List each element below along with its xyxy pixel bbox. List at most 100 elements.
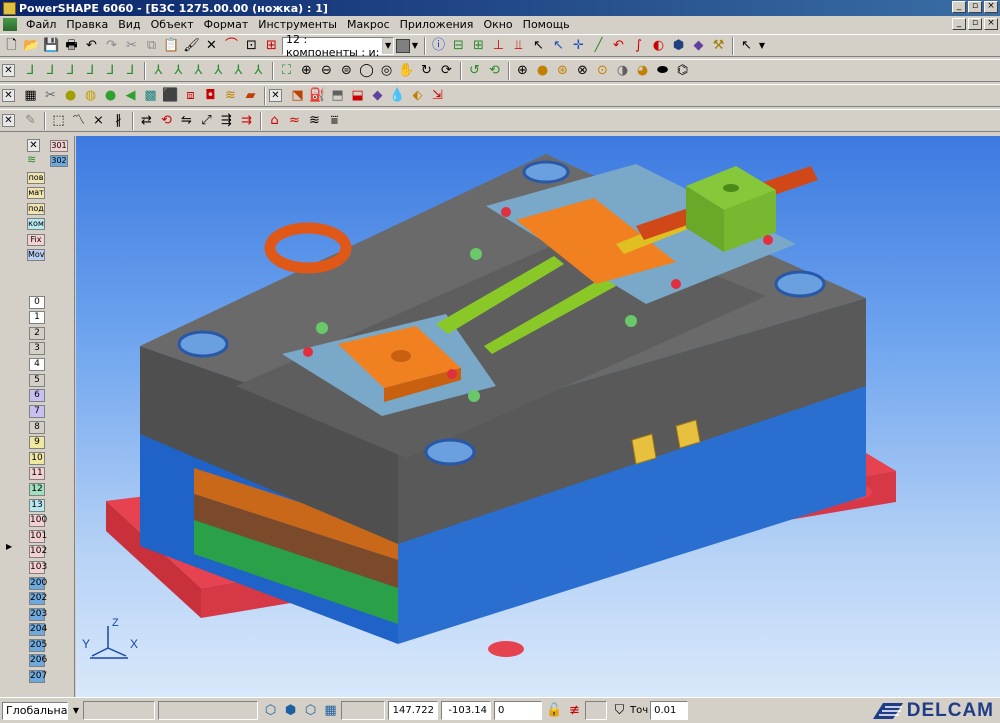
tag-302[interactable]: 302: [50, 155, 68, 167]
cone-icon[interactable]: ◀: [121, 86, 140, 105]
level-205[interactable]: 205: [29, 639, 47, 652]
iso-view-1-icon[interactable]: ⅄: [149, 61, 168, 80]
level-6[interactable]: 6: [29, 389, 45, 402]
info-icon[interactable]: ⓘ: [429, 36, 448, 55]
view-cube-3-icon[interactable]: ⬡: [301, 701, 320, 720]
filter-icon[interactable]: ⛉: [610, 701, 629, 720]
level-4[interactable]: 4: [29, 358, 45, 371]
zoom-center-icon[interactable]: ◎: [377, 61, 396, 80]
level-0[interactable]: 0: [29, 296, 45, 309]
toolbar-close-icon[interactable]: ✕: [269, 89, 282, 102]
level-202[interactable]: 202: [29, 592, 47, 605]
assembly-icon[interactable]: ⊞: [469, 36, 488, 55]
select-box-icon[interactable]: ⬚: [49, 111, 68, 130]
level-101[interactable]: 101: [29, 530, 47, 543]
hidden-line-icon[interactable]: ⊗: [573, 61, 592, 80]
scissors-icon[interactable]: ✂: [41, 86, 60, 105]
color-swatch[interactable]: [396, 38, 410, 53]
pan-hand-icon[interactable]: ✋: [397, 61, 416, 80]
print-icon[interactable]: 🖶: [62, 36, 81, 55]
calculator-icon[interactable]: ▦: [21, 86, 40, 105]
shaded-icon[interactable]: ●: [533, 61, 552, 80]
tree-icon[interactable]: ⊟: [449, 36, 468, 55]
zoom-previous-icon[interactable]: ◯: [357, 61, 376, 80]
pointer-icon[interactable]: ↖: [737, 36, 756, 55]
model-viewport[interactable]: Y Z X: [76, 136, 1000, 697]
wireframe-icon[interactable]: ⊕: [513, 61, 532, 80]
close-button[interactable]: ×: [984, 1, 998, 13]
spring-icon[interactable]: ⩸: [325, 111, 344, 130]
menu-macro[interactable]: Макрос: [342, 18, 395, 31]
zoom-window-icon[interactable]: ⊜: [337, 61, 356, 80]
sphere-icon[interactable]: ●: [61, 86, 80, 105]
intelligent-cursor-icon[interactable]: ≢: [565, 701, 584, 720]
chevron-down-icon[interactable]: ▼: [757, 36, 767, 55]
ball-icon[interactable]: ◍: [81, 86, 100, 105]
z-coordinate[interactable]: 0: [494, 701, 542, 720]
menu-applications[interactable]: Приложения: [395, 18, 479, 31]
menu-view[interactable]: Вид: [113, 18, 145, 31]
level-10[interactable]: 10: [29, 452, 45, 465]
offset-icon[interactable]: ⇶: [217, 111, 236, 130]
tolerance-input[interactable]: 0.01: [650, 701, 689, 720]
save-icon[interactable]: 💾: [42, 36, 61, 55]
tag-301[interactable]: 301: [50, 140, 68, 152]
mirror-icon[interactable]: ⇋: [177, 111, 196, 130]
view-neg-y-icon[interactable]: ⅃: [101, 61, 120, 80]
transparency-icon[interactable]: ◑: [613, 61, 632, 80]
level-13[interactable]: 13: [29, 499, 45, 512]
iso-view-3-icon[interactable]: ⅄: [189, 61, 208, 80]
selection-mode-icon[interactable]: ⌒: [222, 36, 241, 55]
panel-close-icon[interactable]: ✕: [27, 139, 40, 152]
select-cursor-icon[interactable]: ↖: [529, 36, 548, 55]
arc-icon[interactable]: ↶: [609, 36, 628, 55]
lighting-icon[interactable]: ⌬: [673, 61, 692, 80]
menu-edit[interactable]: Правка: [61, 18, 113, 31]
view-neg-z-icon[interactable]: ⅃: [121, 61, 140, 80]
electrode-icon[interactable]: ⛽: [308, 86, 327, 105]
level-100[interactable]: 100: [29, 514, 47, 527]
point-icon[interactable]: ✛: [569, 36, 588, 55]
delete-icon[interactable]: ✕: [202, 36, 221, 55]
component-selector[interactable]: 12 : компоненты : и: ▼: [282, 33, 394, 59]
zoom-fit-icon[interactable]: ⛶: [277, 61, 296, 80]
workplane-selector[interactable]: Глобальна: [2, 701, 68, 720]
redo-icon[interactable]: ↷: [102, 36, 121, 55]
wave-icon[interactable]: ≋: [305, 111, 324, 130]
iso-view-2-icon[interactable]: ⅄: [169, 61, 188, 80]
core-icon[interactable]: ◆: [368, 86, 387, 105]
scale-icon[interactable]: ⤢: [197, 111, 216, 130]
menu-object[interactable]: Объект: [146, 18, 199, 31]
view-x-icon[interactable]: ⅃: [21, 61, 40, 80]
level-5[interactable]: 5: [29, 374, 45, 387]
layers-icon[interactable]: ≋: [221, 86, 240, 105]
array-icon[interactable]: ⇉: [237, 111, 256, 130]
level-103[interactable]: 103: [29, 561, 47, 574]
level-12[interactable]: 12: [29, 483, 45, 496]
pin-icon[interactable]: ⊥: [489, 36, 508, 55]
transform-icon[interactable]: ∦: [109, 111, 128, 130]
curve-icon[interactable]: ∫: [629, 36, 648, 55]
split-view-icon[interactable]: ⌂: [265, 111, 284, 130]
level-207[interactable]: 207: [29, 670, 47, 683]
move-icon[interactable]: ⇄: [137, 111, 156, 130]
tag-pod[interactable]: под: [27, 203, 45, 215]
level-203[interactable]: 203: [29, 608, 47, 621]
zoom-in-icon[interactable]: ⊕: [297, 61, 316, 80]
level-206[interactable]: 206: [29, 654, 47, 667]
x-coordinate[interactable]: 147.722: [388, 701, 438, 720]
view-cube-2-icon[interactable]: ⬢: [281, 701, 300, 720]
select-plus-icon[interactable]: ↖: [549, 36, 568, 55]
lock-icon[interactable]: 🔓: [545, 701, 564, 720]
trim-icon[interactable]: ⨯: [89, 111, 108, 130]
paste-icon[interactable]: 📋: [162, 36, 181, 55]
doc-restore-button[interactable]: ▫: [968, 18, 982, 30]
undo-icon[interactable]: ↶: [82, 36, 101, 55]
document-icon[interactable]: [3, 18, 17, 31]
view-cube-icon[interactable]: ⬡: [261, 701, 280, 720]
surface-icon[interactable]: ◐: [649, 36, 668, 55]
rotate-icon[interactable]: ↻: [417, 61, 436, 80]
level-204[interactable]: 204: [29, 623, 47, 636]
menu-tools[interactable]: Инструменты: [253, 18, 342, 31]
menu-format[interactable]: Формат: [199, 18, 254, 31]
